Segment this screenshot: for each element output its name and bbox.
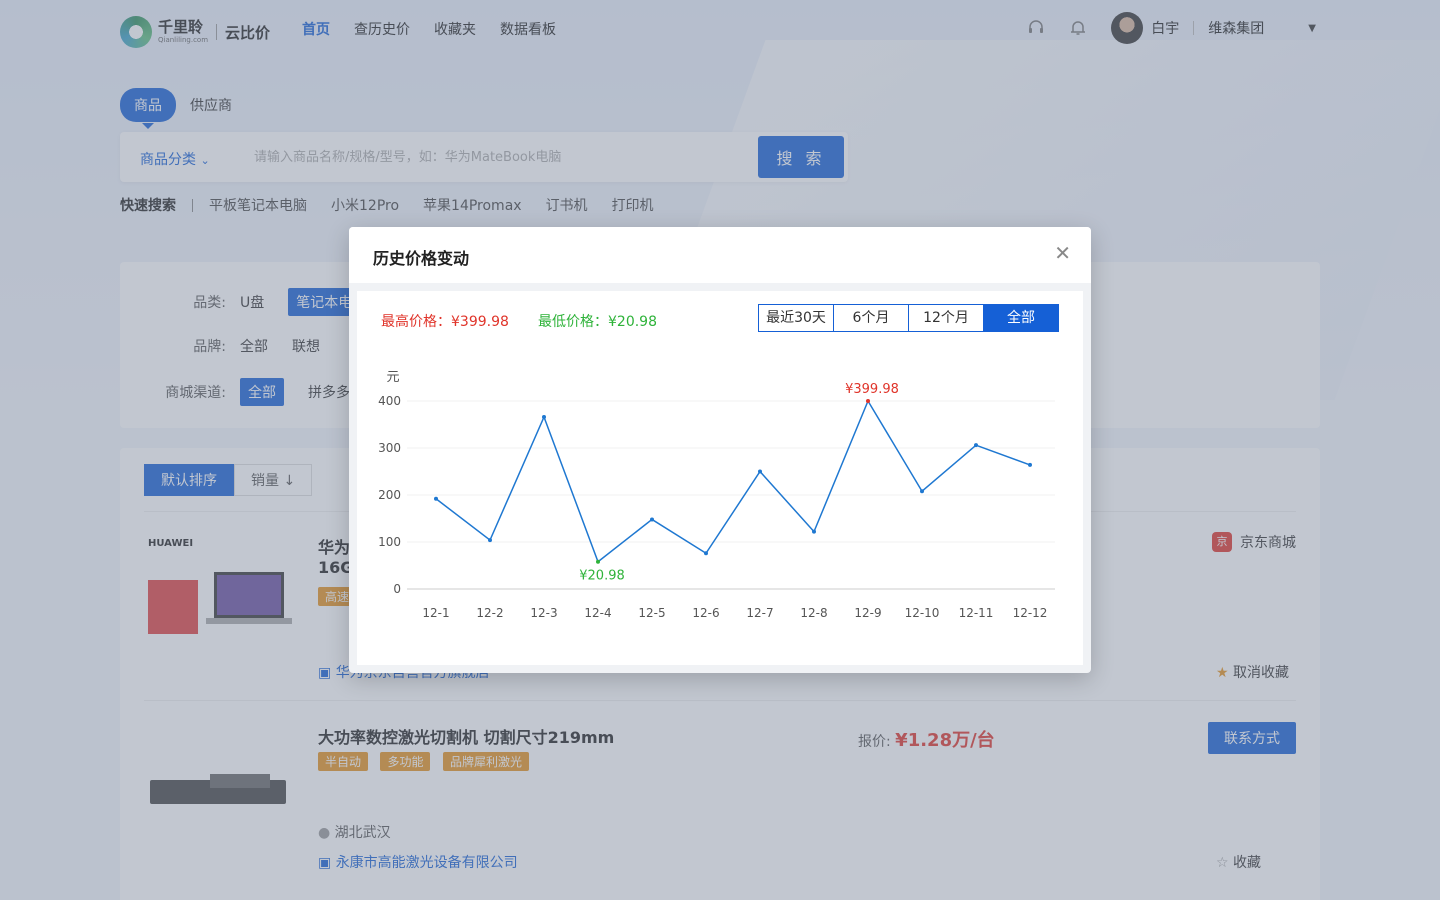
- min-price-annotation: ¥20.98: [579, 569, 625, 584]
- modal-title: 历史价格变动: [373, 249, 470, 268]
- data-point: [974, 443, 978, 448]
- data-point: [1028, 462, 1032, 467]
- data-point: [704, 551, 708, 556]
- range-tab-12-months[interactable]: 12个月: [908, 304, 984, 332]
- data-point: [488, 538, 492, 543]
- data-point: [812, 529, 816, 534]
- min-price: 最低价格：¥20.98: [538, 314, 657, 330]
- x-tick-label: 12-3: [530, 606, 557, 620]
- x-tick-label: 12-12: [1013, 606, 1048, 620]
- y-tick-label: 100: [378, 535, 401, 549]
- data-point: [596, 559, 600, 564]
- price-history-modal: 历史价格变动 ✕ 最高价格：¥399.98 最低价格：¥20.98 最近30天 …: [349, 227, 1091, 673]
- close-icon[interactable]: ✕: [1054, 243, 1071, 263]
- y-tick-label: 200: [378, 488, 401, 502]
- data-point: [920, 489, 924, 494]
- y-axis-label: 元: [386, 370, 399, 385]
- x-tick-label: 12-9: [854, 606, 881, 620]
- modal-body: 最高价格：¥399.98 最低价格：¥20.98 最近30天 6个月 12个月 …: [357, 291, 1083, 665]
- price-series-line: [435, 399, 1031, 563]
- x-tick-label: 12-10: [905, 606, 940, 620]
- max-price: 最高价格：¥399.98: [381, 314, 509, 330]
- range-tab-all[interactable]: 全部: [983, 304, 1059, 332]
- range-tab-30-days[interactable]: 最近30天: [758, 304, 834, 332]
- x-tick-label: 12-7: [746, 606, 773, 620]
- data-point: [866, 399, 870, 404]
- x-tick-label: 12-5: [638, 606, 665, 620]
- x-tick-label: 12-8: [800, 606, 827, 620]
- x-tick-label: 12-1: [422, 606, 449, 620]
- price-line-chart: 元 0 100 200 300 400 12-1 12-2 12-3 12-4 12-5 12-6 12…: [378, 370, 1055, 620]
- y-tick-label: 400: [378, 394, 401, 408]
- y-tick-label: 0: [393, 582, 401, 596]
- range-tabs: 最近30天 6个月 12个月 全部: [758, 304, 1059, 332]
- data-point: [542, 414, 546, 419]
- modal-header: 历史价格变动 ✕: [349, 227, 1091, 283]
- x-tick-label: 12-6: [692, 606, 719, 620]
- data-point: [758, 469, 762, 474]
- x-tick-label: 12-4: [584, 606, 611, 620]
- data-point: [650, 517, 654, 522]
- range-tab-6-months[interactable]: 6个月: [833, 304, 909, 332]
- max-price-annotation: ¥399.98: [845, 382, 899, 397]
- data-point: [434, 496, 438, 501]
- x-tick-label: 12-2: [476, 606, 503, 620]
- y-tick-label: 300: [378, 441, 401, 455]
- x-tick-label: 12-11: [959, 606, 994, 620]
